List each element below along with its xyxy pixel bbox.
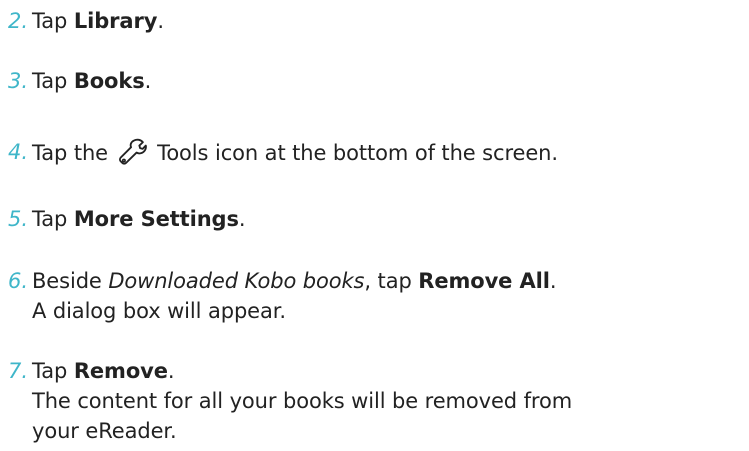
remove-label: Remove [73,359,168,383]
step-3: 3. Tap Books. [8,66,151,96]
step-7: 7. Tap Remove. The content for all your … [8,356,572,446]
step-text-before: Beside [32,269,109,293]
step-line-2: The content for all your books will be r… [32,389,573,413]
step-line-1: Tap Remove. [32,356,572,386]
step-text: Tap Books. [32,66,151,96]
step-text-before: Tap [32,207,74,231]
step-5: 5. Tap More Settings. [8,204,246,234]
step-6: 6. Beside Downloaded Kobo books, tap Rem… [8,266,557,326]
step-text-before: Tap [32,359,74,383]
remove-all-label: Remove All [418,269,550,293]
step-line-3: your eReader. [32,419,177,443]
step-text-middle: , tap [364,269,419,293]
step-text-after: . [167,359,175,383]
wrench-icon [117,137,147,167]
step-line-2: A dialog box will appear. [32,299,286,323]
step-line-1: Beside Downloaded Kobo books, tap Remove… [32,266,557,296]
step-text: Tap Library. [32,6,164,36]
more-settings-label: More Settings [73,207,239,231]
step-number: 6. [8,269,29,293]
step-text-before: Tap [32,69,74,93]
step-text-after: Tools icon at the bottom of the screen. [150,141,558,165]
step-text-after: . [238,207,246,231]
step-text-before: Tap [32,9,74,33]
library-label: Library [73,9,158,33]
step-text-before: Tap the [32,141,115,165]
step-number: 4. [8,140,29,164]
step-text: Beside Downloaded Kobo books, tap Remove… [32,266,557,326]
books-label: Books [73,69,145,93]
step-2: 2. Tap Library. [8,6,164,36]
downloaded-kobo-books-label: Downloaded Kobo books [108,269,365,293]
step-text-after: . [549,269,557,293]
step-number: 2. [8,9,29,33]
step-text: Tap the Tools icon at the bottom of the … [32,137,558,168]
step-number: 5. [8,207,29,231]
step-text-after: . [157,9,164,33]
step-text-after: . [144,69,152,93]
step-number: 7. [8,359,29,383]
step-text: Tap Remove. The content for all your boo… [32,356,572,446]
step-number: 3. [8,69,29,93]
step-text: Tap More Settings. [32,204,246,234]
step-4: 4. Tap the Tools icon at the bottom of t… [8,137,558,168]
